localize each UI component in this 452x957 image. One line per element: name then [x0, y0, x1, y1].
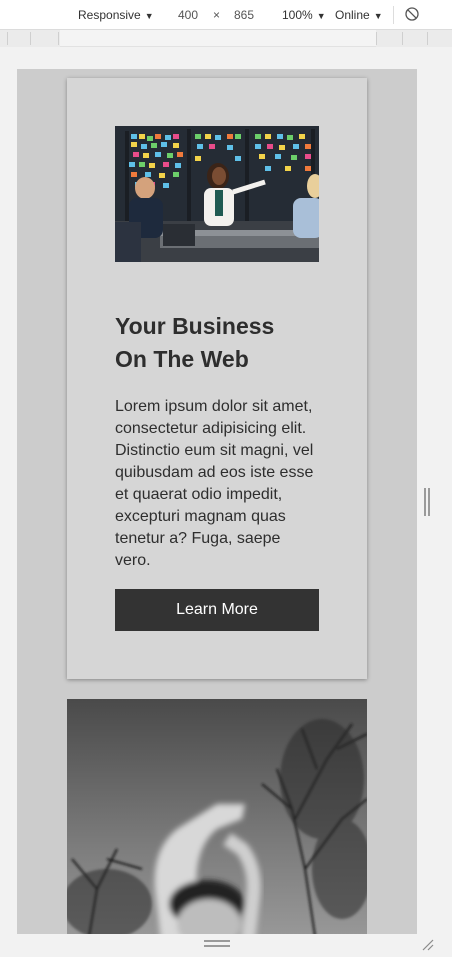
device-viewport: Your Business On The Web Lorem ipsum dolo… — [17, 69, 417, 934]
dancer-photo-card — [67, 699, 367, 934]
chevron-down-icon: ▼ — [144, 11, 154, 21]
card-body-text: Lorem ipsum dolor sit amet, consectetur … — [115, 398, 314, 569]
device-select[interactable]: Responsive ▼ — [78, 8, 154, 23]
media-query-ruler — [0, 30, 452, 47]
chevron-down-icon: ▼ — [316, 11, 326, 21]
zoom-select-label: 100% — [282, 8, 313, 22]
device-toolbar: Responsive ▼ 400 × 865 100% ▼ Online ▼ — [0, 0, 452, 30]
rotate-icon[interactable] — [405, 7, 419, 24]
meeting-photo — [115, 126, 319, 262]
learn-more-button[interactable]: Learn More — [115, 589, 319, 631]
card-title-line1: Your Business — [115, 313, 275, 339]
width-input[interactable]: 400 — [178, 8, 198, 22]
device-select-label: Responsive — [78, 8, 141, 22]
business-card: Your Business On The Web Lorem ipsum dolo… — [67, 78, 367, 679]
card-title-line2: On The Web — [115, 346, 249, 372]
network-select[interactable]: Online ▼ — [335, 8, 383, 23]
toolbar-divider — [393, 6, 394, 24]
viewport-resize-handle-right[interactable] — [424, 488, 430, 516]
viewport-resize-handle-bottom[interactable] — [204, 940, 230, 948]
card-title: Your Business On The Web — [115, 310, 319, 376]
zoom-select[interactable]: 100% ▼ — [282, 8, 326, 23]
network-select-label: Online — [335, 8, 370, 22]
viewport-resize-corner[interactable] — [420, 937, 434, 951]
chevron-down-icon: ▼ — [373, 11, 383, 21]
height-input[interactable]: 865 — [234, 8, 254, 22]
dimension-separator: × — [213, 8, 221, 22]
